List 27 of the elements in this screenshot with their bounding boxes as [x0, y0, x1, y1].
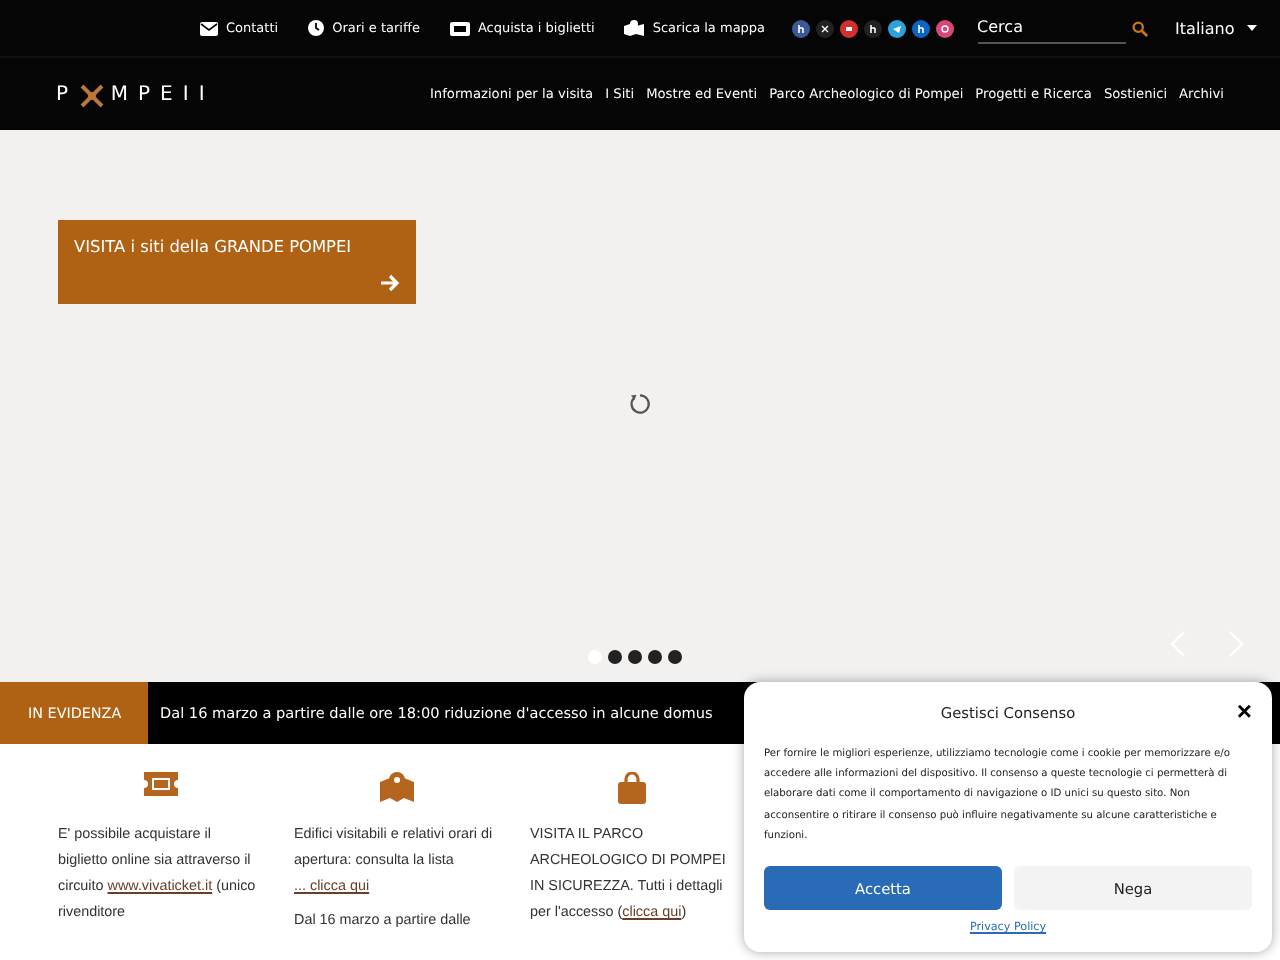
social-icon[interactable] [935, 19, 954, 37]
cta-button[interactable]: VISITA i siti della GRANDE POMPEI [58, 220, 416, 304]
map-icon [624, 20, 645, 36]
social-icon[interactable] [791, 19, 810, 37]
social-icon[interactable] [863, 19, 882, 37]
logo[interactable]: P MPEII [56, 83, 215, 105]
slide-dot[interactable] [648, 650, 662, 664]
language-dropdown[interactable]: Italiano [1175, 19, 1259, 37]
loading-icon [628, 392, 652, 416]
social-icon[interactable] [911, 19, 930, 37]
arrow-icon [380, 274, 400, 292]
caret-icon [1246, 24, 1259, 32]
slide-dot[interactable] [628, 650, 642, 664]
slide-dot[interactable] [668, 650, 682, 664]
social-icon[interactable] [839, 19, 858, 37]
search-icon[interactable] [1131, 19, 1148, 37]
ticket-icon [449, 21, 470, 35]
shopping-bag-icon [618, 772, 646, 804]
social-icon[interactable] [887, 19, 906, 37]
close-button[interactable]: × [1236, 698, 1252, 726]
mail-icon [200, 21, 218, 35]
social-icon[interactable] [815, 19, 834, 37]
clock-icon [308, 20, 325, 36]
ticket-icon [143, 772, 177, 796]
search-field[interactable]: Cerca [977, 13, 1126, 43]
map-pin-icon [379, 772, 413, 802]
slide-dot[interactable] [608, 650, 622, 664]
